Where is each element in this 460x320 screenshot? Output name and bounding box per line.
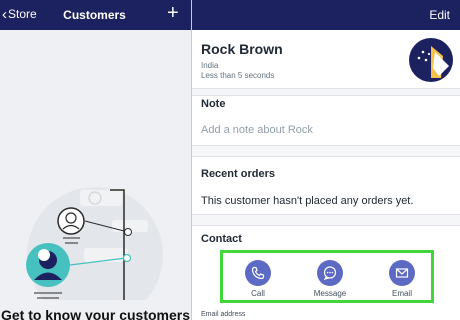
email-label: Email [391,289,412,298]
edit-customer-button[interactable]: Edit [429,8,450,22]
detail-nav-bar: Edit [192,0,460,30]
message-label: Message [313,289,347,298]
envelope-icon [395,268,409,278]
customers-nav-bar: ‹Store Customers + [0,0,191,30]
customers-illustration [26,187,163,300]
phone-icon [251,266,265,280]
section-separator [192,145,460,157]
note-section-title: Note [201,98,226,110]
message-circle [317,260,343,286]
section-separator [192,214,460,226]
call-button[interactable]: Call [233,260,283,302]
customer-detail-pane: Edit Rock Brown India Less than 5 second… [192,0,460,320]
recent-orders-empty-text: This customer hasn't placed any orders y… [201,195,414,207]
email-address-label: Email address [201,311,246,318]
call-circle [245,260,271,286]
customer-last-seen: Less than 5 seconds [201,71,275,80]
recent-orders-title: Recent orders [201,168,275,180]
note-input[interactable]: Add a note about Rock [201,124,313,136]
contact-actions: Call Message Email [220,250,434,303]
call-label: Call [251,289,265,298]
message-button[interactable]: Message [305,260,355,302]
email-button[interactable]: Email [377,260,427,302]
email-circle [389,260,415,286]
customer-name: Rock Brown [201,41,283,57]
customer-avatar [409,38,453,82]
customer-location: India [201,61,219,70]
customers-list-pane: ‹Store Customers + Get to know your cust… [0,0,191,320]
page-title: Customers [63,8,126,22]
empty-state-heading: Get to know your customers [0,307,191,320]
add-customer-button[interactable]: + [167,3,179,23]
section-separator [192,88,460,96]
contact-section-title: Contact [201,233,242,245]
chat-bubble-icon [323,266,337,280]
